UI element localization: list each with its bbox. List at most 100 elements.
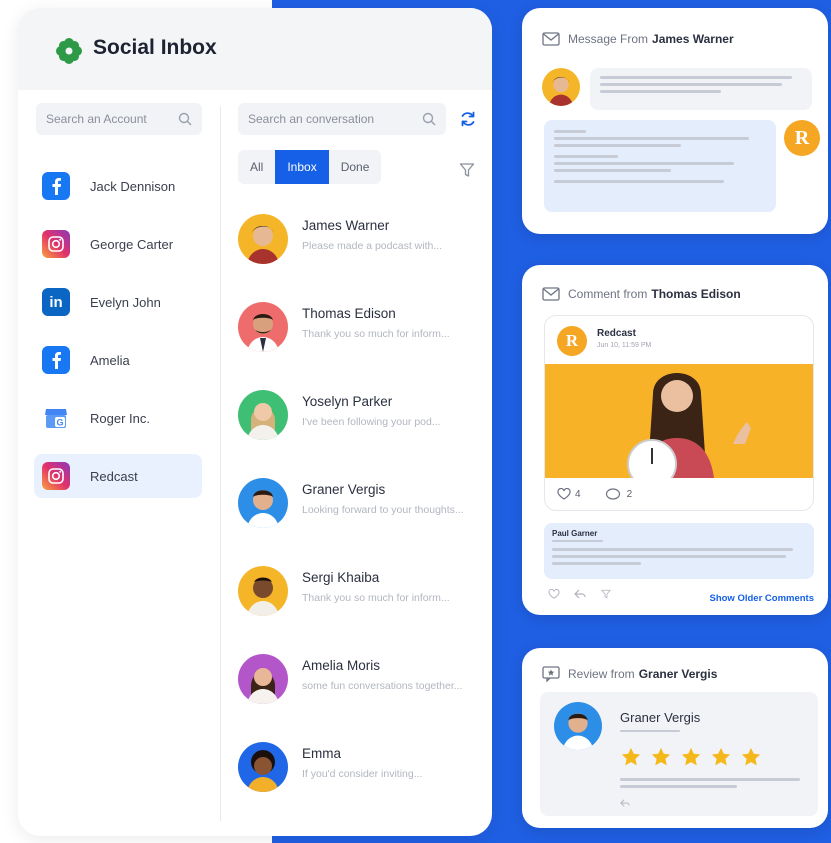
comment-card[interactable]: Comment from Thomas Edison R Redcast Jun … bbox=[522, 265, 828, 615]
account-name: Jack Dennison bbox=[90, 178, 176, 194]
reviewer-avatar bbox=[554, 702, 602, 750]
account-name: Redcast bbox=[90, 468, 138, 484]
contact-name: Emma bbox=[302, 746, 342, 761]
conversation-search-input[interactable]: Search an conversation bbox=[238, 103, 446, 135]
refresh-icon[interactable] bbox=[459, 110, 477, 128]
conversation-item[interactable]: Amelia Moris some fun conversations toge… bbox=[238, 648, 478, 708]
avatar bbox=[238, 390, 288, 440]
account-item-roger-inc[interactable]: G Roger Inc. bbox=[34, 396, 202, 440]
card-title-name: Thomas Edison bbox=[651, 287, 741, 301]
svg-text:G: G bbox=[56, 418, 63, 428]
reply-icon[interactable] bbox=[620, 798, 630, 808]
conversation-item[interactable]: Emma If you'd consider inviting... bbox=[238, 736, 478, 796]
filter-tab-all[interactable]: All bbox=[238, 150, 275, 184]
conversation-item[interactable]: Yoselyn Parker I've been following your … bbox=[238, 384, 478, 444]
instagram-icon bbox=[42, 462, 70, 490]
filter-icon[interactable] bbox=[459, 162, 475, 178]
conversation-item[interactable]: Thomas Edison Thank you so much for info… bbox=[238, 296, 478, 356]
contact-name: James Warner bbox=[302, 218, 390, 233]
card-title-prefix: Message From bbox=[568, 32, 649, 46]
avatar bbox=[238, 742, 288, 792]
message-preview: Looking forward to your thoughts... bbox=[302, 504, 464, 516]
filter-tab-done[interactable]: Done bbox=[329, 150, 382, 184]
avatar bbox=[238, 654, 288, 704]
account-name: Amelia bbox=[90, 352, 130, 368]
contact-name: Graner Vergis bbox=[302, 482, 386, 497]
social-inbox-panel: Social Inbox Search an Account Jack Denn… bbox=[18, 8, 492, 836]
conversation-search-placeholder: Search an conversation bbox=[248, 112, 375, 126]
commenter-name: Paul Garner bbox=[552, 529, 598, 538]
star-icon bbox=[621, 747, 641, 766]
avatar bbox=[238, 566, 288, 616]
review-text bbox=[620, 778, 800, 792]
card-title: Message From James Warner bbox=[542, 32, 734, 46]
filter-tab-inbox[interactable]: Inbox bbox=[275, 150, 329, 184]
avatar bbox=[238, 478, 288, 528]
account-item-george-carter[interactable]: George Carter bbox=[34, 222, 202, 266]
brand-logo-icon bbox=[56, 38, 82, 64]
message-preview: some fun conversations together... bbox=[302, 680, 463, 692]
message-preview: Thank you so much for inform... bbox=[302, 592, 450, 604]
message-preview: I've been following your pod... bbox=[302, 416, 441, 428]
contact-name: Sergi Khaiba bbox=[302, 570, 380, 585]
account-item-evelyn-john[interactable]: in Evelyn John bbox=[34, 280, 202, 324]
facebook-icon bbox=[42, 346, 70, 374]
reviewer-name: Graner Vergis bbox=[620, 710, 701, 725]
conversation-filter-tabs: All Inbox Done bbox=[238, 150, 382, 184]
message-preview: Thank you so much for inform... bbox=[302, 328, 450, 340]
contact-name: Yoselyn Parker bbox=[302, 394, 393, 409]
message-card[interactable]: Message From James Warner R bbox=[522, 8, 828, 234]
account-item-amelia[interactable]: Amelia bbox=[34, 338, 202, 382]
reply-message-bubble bbox=[544, 120, 776, 212]
envelope-icon bbox=[542, 287, 560, 301]
star-icon bbox=[651, 747, 671, 766]
account-item-jack-dennison[interactable]: Jack Dennison bbox=[34, 164, 202, 208]
google-business-icon: G bbox=[42, 404, 70, 432]
filter-icon[interactable] bbox=[600, 589, 612, 599]
post-stats: 4 2 bbox=[557, 488, 632, 500]
facebook-icon bbox=[42, 172, 70, 200]
account-name: Evelyn John bbox=[90, 294, 161, 310]
envelope-icon bbox=[542, 32, 560, 46]
card-title-prefix: Review from bbox=[568, 667, 635, 681]
comment-icon[interactable] bbox=[605, 488, 621, 500]
post-preview: R Redcast Jun 10, 11:59 PM 4 2 bbox=[544, 315, 814, 511]
conversation-item[interactable]: Sergi Khaiba Thank you so much for infor… bbox=[238, 560, 478, 620]
incoming-message-bubble bbox=[590, 68, 812, 110]
redcast-avatar: R bbox=[784, 120, 820, 156]
message-preview: Please made a podcast with... bbox=[302, 240, 443, 252]
show-older-comments-link[interactable]: Show Older Comments bbox=[709, 593, 814, 604]
search-icon bbox=[178, 112, 192, 126]
star-icon bbox=[681, 747, 701, 766]
sender-avatar bbox=[542, 68, 580, 106]
post-image bbox=[545, 364, 813, 478]
avatar bbox=[238, 302, 288, 352]
contact-name: Thomas Edison bbox=[302, 306, 396, 321]
account-search-input[interactable]: Search an Account bbox=[36, 103, 202, 135]
conversation-item[interactable]: Graner Vergis Looking forward to your th… bbox=[238, 472, 478, 532]
heart-icon[interactable] bbox=[548, 589, 560, 599]
app-title: Social Inbox bbox=[93, 36, 217, 59]
search-icon bbox=[422, 112, 436, 126]
account-search-placeholder: Search an Account bbox=[46, 112, 147, 126]
star-rating bbox=[620, 746, 762, 768]
review-body: Graner Vergis bbox=[540, 692, 818, 816]
column-divider bbox=[220, 106, 221, 821]
heart-icon[interactable] bbox=[557, 488, 571, 500]
review-card[interactable]: Review from Graner Vergis Graner Vergis bbox=[522, 648, 828, 828]
card-title: Review from Graner Vergis bbox=[542, 666, 717, 682]
account-item-redcast[interactable]: Redcast bbox=[34, 454, 202, 498]
conversation-item[interactable]: James Warner Please made a podcast with.… bbox=[238, 208, 478, 268]
post-author-avatar: R bbox=[557, 326, 587, 356]
linkedin-icon: in bbox=[42, 288, 70, 316]
comment-bubble: Paul Garner bbox=[544, 523, 814, 579]
account-name: Roger Inc. bbox=[90, 410, 150, 426]
account-name: George Carter bbox=[90, 236, 174, 252]
review-icon bbox=[542, 666, 560, 682]
likes-count: 4 bbox=[575, 488, 581, 500]
reply-icon[interactable] bbox=[574, 589, 586, 599]
comment-actions bbox=[548, 589, 612, 599]
avatar bbox=[238, 214, 288, 264]
card-title: Comment from Thomas Edison bbox=[542, 287, 741, 301]
post-author: Redcast bbox=[597, 328, 636, 339]
